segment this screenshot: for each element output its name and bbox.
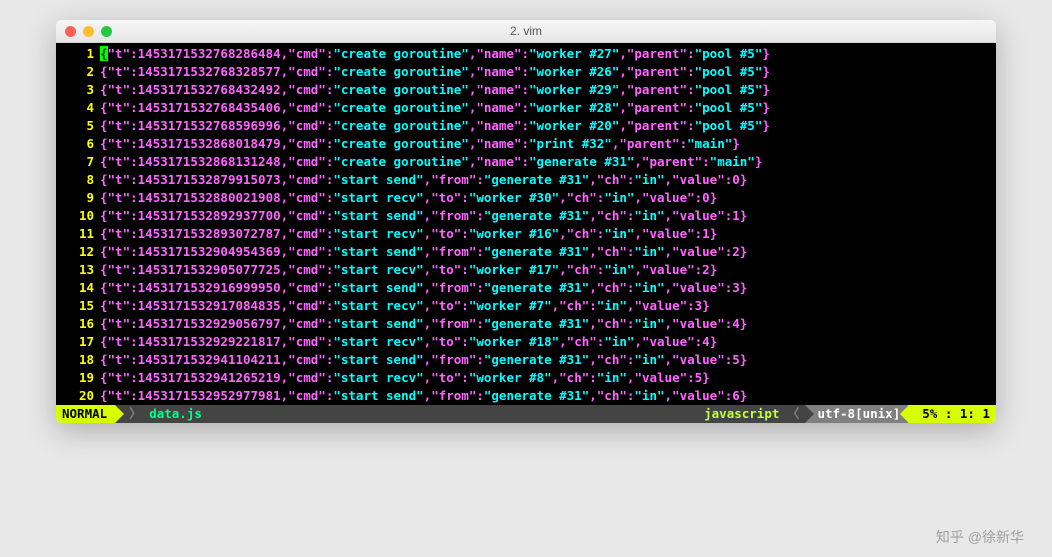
terminal-window: 2. vim 1{"t":1453171532768286484,"cmd":"… bbox=[56, 20, 996, 423]
code-line: 7{"t":1453171532868131248,"cmd":"create … bbox=[56, 153, 996, 171]
line-number: 15 bbox=[56, 297, 100, 315]
line-number: 6 bbox=[56, 135, 100, 153]
code-content: {"t":1453171532893072787,"cmd":"start re… bbox=[100, 225, 996, 243]
code-line: 1{"t":1453171532768286484,"cmd":"create … bbox=[56, 45, 996, 63]
line-number: 13 bbox=[56, 261, 100, 279]
zoom-icon[interactable] bbox=[101, 26, 112, 37]
code-line: 15{"t":1453171532917084835,"cmd":"start … bbox=[56, 297, 996, 315]
code-line: 8{"t":1453171532879915073,"cmd":"start s… bbox=[56, 171, 996, 189]
code-content: {"t":1453171532916999950,"cmd":"start se… bbox=[100, 279, 996, 297]
line-number: 20 bbox=[56, 387, 100, 405]
window-title: 2. vim bbox=[56, 24, 996, 38]
code-line: 16{"t":1453171532929056797,"cmd":"start … bbox=[56, 315, 996, 333]
line-number: 7 bbox=[56, 153, 100, 171]
line-number: 8 bbox=[56, 171, 100, 189]
code-line: 6{"t":1453171532868018479,"cmd":"create … bbox=[56, 135, 996, 153]
code-content: {"t":1453171532905077725,"cmd":"start re… bbox=[100, 261, 996, 279]
code-content: {"t":1453171532768286484,"cmd":"create g… bbox=[100, 45, 996, 63]
line-number: 4 bbox=[56, 99, 100, 117]
line-number: 14 bbox=[56, 279, 100, 297]
code-content: {"t":1453171532768432492,"cmd":"create g… bbox=[100, 81, 996, 99]
code-line: 3{"t":1453171532768432492,"cmd":"create … bbox=[56, 81, 996, 99]
code-content: {"t":1453171532768328577,"cmd":"create g… bbox=[100, 63, 996, 81]
code-line: 4{"t":1453171532768435406,"cmd":"create … bbox=[56, 99, 996, 117]
code-content: {"t":1453171532892937700,"cmd":"start se… bbox=[100, 207, 996, 225]
code-line: 2{"t":1453171532768328577,"cmd":"create … bbox=[56, 63, 996, 81]
file-name: 〉 data.js bbox=[115, 405, 698, 423]
cursor-position: 5% : 1: 1 bbox=[908, 405, 996, 423]
line-number: 11 bbox=[56, 225, 100, 243]
line-number: 12 bbox=[56, 243, 100, 261]
code-content: {"t":1453171532904954369,"cmd":"start se… bbox=[100, 243, 996, 261]
minimize-icon[interactable] bbox=[83, 26, 94, 37]
code-content: {"t":1453171532952977981,"cmd":"start se… bbox=[100, 387, 996, 405]
code-content: {"t":1453171532868018479,"cmd":"create g… bbox=[100, 135, 996, 153]
line-number: 18 bbox=[56, 351, 100, 369]
code-line: 19{"t":1453171532941265219,"cmd":"start … bbox=[56, 369, 996, 387]
code-content: {"t":1453171532768435406,"cmd":"create g… bbox=[100, 99, 996, 117]
line-number: 5 bbox=[56, 117, 100, 135]
file-type: javascript 〈 bbox=[698, 405, 805, 423]
code-line: 17{"t":1453171532929221817,"cmd":"start … bbox=[56, 333, 996, 351]
titlebar[interactable]: 2. vim bbox=[56, 20, 996, 43]
code-line: 18{"t":1453171532941104211,"cmd":"start … bbox=[56, 351, 996, 369]
code-content: {"t":1453171532768596996,"cmd":"create g… bbox=[100, 117, 996, 135]
traffic-lights bbox=[56, 26, 112, 37]
code-content: {"t":1453171532917084835,"cmd":"start re… bbox=[100, 297, 996, 315]
file-encoding: utf-8[unix] bbox=[805, 405, 908, 423]
line-number: 9 bbox=[56, 189, 100, 207]
line-number: 17 bbox=[56, 333, 100, 351]
line-number: 2 bbox=[56, 63, 100, 81]
code-line: 14{"t":1453171532916999950,"cmd":"start … bbox=[56, 279, 996, 297]
editor-buffer[interactable]: 1{"t":1453171532768286484,"cmd":"create … bbox=[56, 43, 996, 405]
line-number: 3 bbox=[56, 81, 100, 99]
line-number: 1 bbox=[56, 45, 100, 63]
line-number: 10 bbox=[56, 207, 100, 225]
code-content: {"t":1453171532929221817,"cmd":"start re… bbox=[100, 333, 996, 351]
code-content: {"t":1453171532868131248,"cmd":"create g… bbox=[100, 153, 996, 171]
code-line: 13{"t":1453171532905077725,"cmd":"start … bbox=[56, 261, 996, 279]
code-content: {"t":1453171532880021908,"cmd":"start re… bbox=[100, 189, 996, 207]
mode-indicator: NORMAL bbox=[56, 405, 115, 423]
code-content: {"t":1453171532929056797,"cmd":"start se… bbox=[100, 315, 996, 333]
status-bar: NORMAL 〉 data.js javascript 〈 utf-8[unix… bbox=[56, 405, 996, 423]
close-icon[interactable] bbox=[65, 26, 76, 37]
line-number: 16 bbox=[56, 315, 100, 333]
code-line: 12{"t":1453171532904954369,"cmd":"start … bbox=[56, 243, 996, 261]
code-line: 11{"t":1453171532893072787,"cmd":"start … bbox=[56, 225, 996, 243]
code-content: {"t":1453171532879915073,"cmd":"start se… bbox=[100, 171, 996, 189]
line-number: 19 bbox=[56, 369, 100, 387]
code-line: 9{"t":1453171532880021908,"cmd":"start r… bbox=[56, 189, 996, 207]
code-content: {"t":1453171532941104211,"cmd":"start se… bbox=[100, 351, 996, 369]
code-line: 20{"t":1453171532952977981,"cmd":"start … bbox=[56, 387, 996, 405]
watermark: 知乎 @徐新华 bbox=[936, 527, 1024, 547]
code-line: 5{"t":1453171532768596996,"cmd":"create … bbox=[56, 117, 996, 135]
code-line: 10{"t":1453171532892937700,"cmd":"start … bbox=[56, 207, 996, 225]
code-content: {"t":1453171532941265219,"cmd":"start re… bbox=[100, 369, 996, 387]
